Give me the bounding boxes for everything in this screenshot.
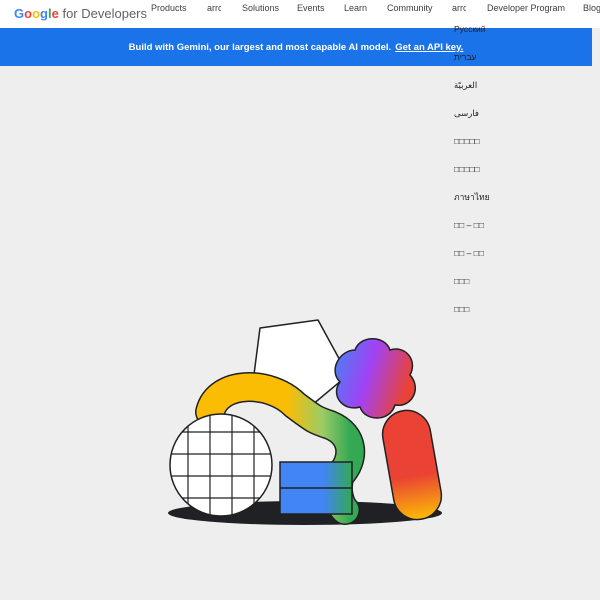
nav-learn[interactable]: Learn [344,2,367,16]
logo-suffix: for Developers [62,6,148,21]
gemini-promo-banner: Build with Gemini, our largest and most … [0,28,592,66]
nav-arrow-icon-2[interactable]: arrc [452,2,466,16]
nav-events[interactable]: Events [297,2,325,16]
nav-community[interactable]: Community [387,2,433,16]
top-navigation-bar: Google for Developers Products arrc Solu… [0,0,600,28]
google-for-developers-logo[interactable]: Google for Developers [14,6,147,22]
nav-products[interactable]: Products [151,2,187,16]
language-option-5[interactable]: □□□□□ [454,136,480,146]
nav-solutions[interactable]: Solutions [242,2,279,16]
logo-google-wordmark: Google [14,6,59,21]
language-option-9[interactable]: □□ – □□ [454,248,484,258]
nav-arrow-icon[interactable]: arrc [207,2,221,16]
language-option-russian[interactable]: Русский [454,24,486,34]
nav-blog[interactable]: Blog [583,2,600,16]
language-option-persian[interactable]: فارسی [454,108,479,118]
language-option-arabic[interactable]: العربيّة [454,80,477,90]
language-option-11[interactable]: □□□ [454,304,469,314]
language-option-6[interactable]: □□□□□ [454,164,480,174]
language-option-thai[interactable]: ภาษาไทย [454,192,490,202]
banner-text: Build with Gemini, our largest and most … [128,41,392,53]
language-option-8[interactable]: □□ – □□ [454,220,484,230]
flower-shape [334,338,416,419]
language-option-10[interactable]: □□□ [454,276,469,286]
nav-developer-program[interactable]: Developer Program [487,2,565,16]
get-api-key-link[interactable]: Get an API key. [395,42,463,53]
language-option-hebrew[interactable]: עברית [454,52,476,62]
hero-shapes-illustration [168,319,443,525]
